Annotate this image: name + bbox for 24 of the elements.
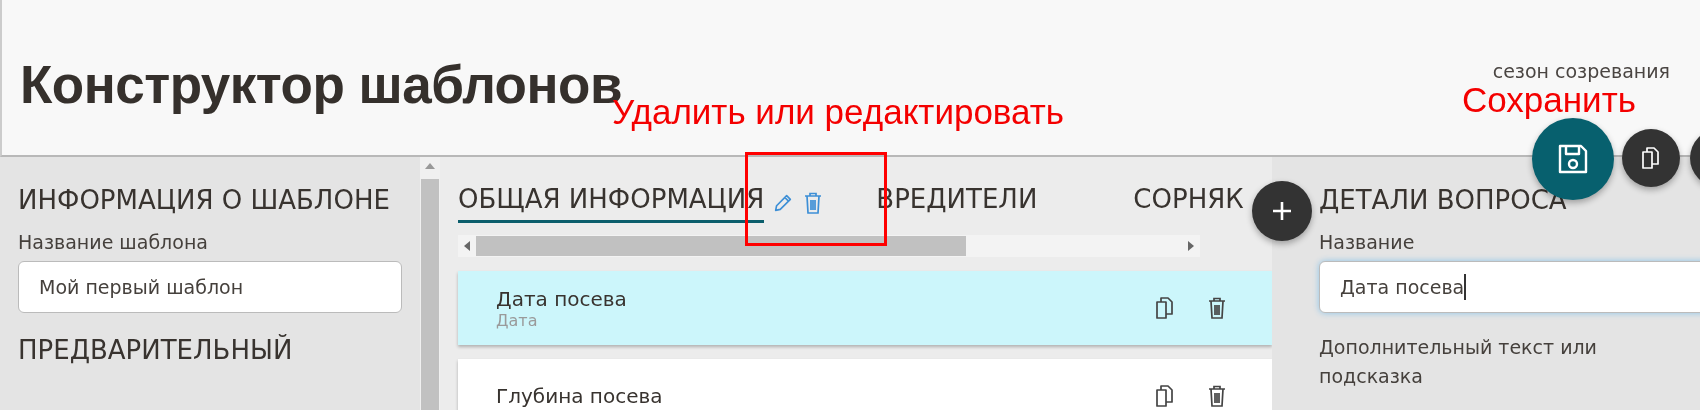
question-type: Дата xyxy=(496,310,539,330)
field-label: Дополнительный текст или подсказка xyxy=(1319,335,1598,389)
section-heading: ДЕТАЛИ ВОПРОСА xyxy=(1319,185,1568,215)
copy-icon[interactable] xyxy=(1640,146,1662,170)
copy-icon[interactable] xyxy=(1154,384,1176,408)
horizontal-scrollbar[interactable] xyxy=(458,235,1200,257)
tab[interactable]: СОРНЯК xyxy=(1133,183,1244,223)
question-title: Глубина посева xyxy=(496,384,664,408)
question-card[interactable]: Глубина посева xyxy=(458,359,1272,410)
save-icon xyxy=(1556,142,1590,176)
field-label: Название xyxy=(1319,231,1416,253)
scrollbar[interactable] xyxy=(420,157,440,410)
question-name-field[interactable]: Дата посева xyxy=(1319,261,1700,313)
template-name-field[interactable]: Мой первый шаблон xyxy=(18,261,402,313)
page-subtitle: сезон созревания xyxy=(1492,60,1670,82)
trash-icon[interactable] xyxy=(1206,384,1228,408)
section-heading: ИНФОРМАЦИЯ О ШАБЛОНЕ xyxy=(18,185,391,215)
section-heading: ПРЕДВАРИТЕЛЬНЫЙ xyxy=(18,335,294,365)
field-label: Название шаблона xyxy=(18,231,209,253)
question-title: Дата посева xyxy=(496,286,628,311)
copy-icon[interactable] xyxy=(1154,296,1176,320)
plus-icon xyxy=(1271,200,1293,222)
question-card[interactable]: Дата посева Дата xyxy=(458,271,1272,345)
trash-icon[interactable] xyxy=(1206,296,1228,320)
